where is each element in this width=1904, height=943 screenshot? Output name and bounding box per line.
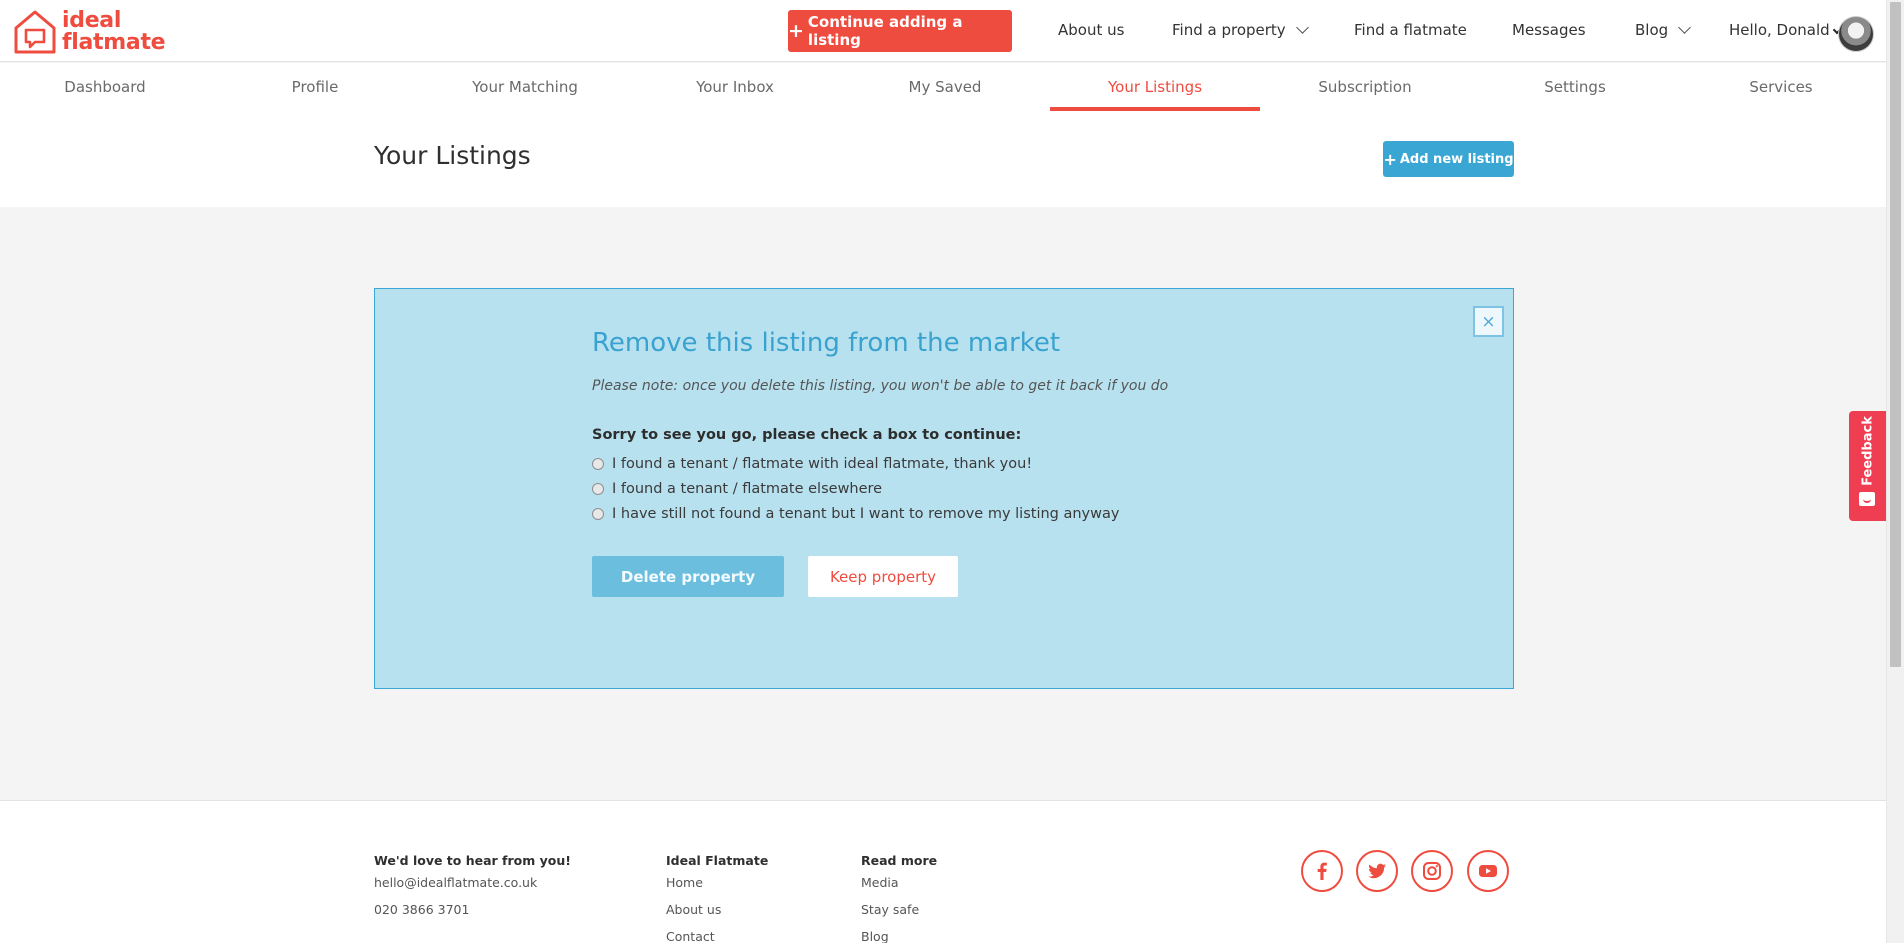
tab-services[interactable]: Services xyxy=(1676,63,1886,111)
tab-my-saved[interactable]: My Saved xyxy=(840,63,1050,111)
youtube-icon[interactable] xyxy=(1467,850,1509,892)
reason-radio[interactable] xyxy=(592,483,604,495)
footer-link-contact[interactable]: Contact xyxy=(666,929,715,943)
site-footer xyxy=(0,800,1886,943)
ideal-flatmate-logo[interactable]: ideal flatmate xyxy=(12,8,166,56)
page-header: Your Listings + Add new listing xyxy=(0,111,1886,207)
avatar[interactable] xyxy=(1838,16,1874,52)
plus-icon: + xyxy=(1383,149,1397,169)
scrollbar-thumb[interactable] xyxy=(1890,2,1901,667)
nav-find-property[interactable]: Find a property xyxy=(1172,21,1309,39)
nav-find-property-label: Find a property xyxy=(1172,21,1286,39)
account-tabs: Dashboard Profile Your Matching Your Inb… xyxy=(0,63,1886,111)
footer-link-media[interactable]: Media xyxy=(861,875,899,890)
continue-listing-label: Continue adding a listing xyxy=(807,13,963,49)
tab-your-inbox[interactable]: Your Inbox xyxy=(630,63,840,111)
reason-radio[interactable] xyxy=(592,508,604,520)
page-title: Your Listings xyxy=(374,141,531,170)
footer-ideal-flatmate-title: Ideal Flatmate xyxy=(666,853,769,868)
feedback-label: Feedback xyxy=(1860,416,1876,486)
footer-email-link[interactable]: hello@idealflatmate.co.uk xyxy=(374,875,537,890)
smile-chat-icon xyxy=(1859,492,1875,506)
continue-listing-button[interactable]: + Continue adding a listing xyxy=(788,10,1012,52)
reason-option-elsewhere[interactable]: I found a tenant / flatmate elsewhere xyxy=(592,481,882,497)
user-greeting: Hello, Donald xyxy=(1729,21,1830,39)
reason-radio[interactable] xyxy=(592,458,604,470)
reason-option-label: I found a tenant / flatmate elsewhere xyxy=(612,481,883,497)
reason-option-label: I have still not found a tenant but I wa… xyxy=(612,506,1120,522)
house-logo-icon xyxy=(14,10,56,54)
plus-icon: + xyxy=(788,19,804,42)
footer-link-home[interactable]: Home xyxy=(666,875,703,890)
remove-listing-title: Remove this listing from the market xyxy=(592,328,1061,358)
nav-about-us[interactable]: About us xyxy=(1058,21,1124,39)
add-new-listing-button[interactable]: + Add new listing xyxy=(1383,141,1514,177)
footer-read-more-title: Read more xyxy=(861,853,938,868)
chevron-down-icon xyxy=(1678,21,1692,34)
footer-link-blog[interactable]: Blog xyxy=(861,929,889,943)
tab-your-listings[interactable]: Your Listings xyxy=(1050,63,1260,111)
nav-find-flatmate[interactable]: Find a flatmate xyxy=(1354,21,1467,39)
delete-warning-note: Please note: once you delete this listin… xyxy=(592,378,1169,394)
footer-contact-title: We'd love to hear from you! xyxy=(374,853,571,868)
feedback-tab[interactable]: Feedback xyxy=(1849,411,1887,521)
logo-text: ideal flatmate xyxy=(62,8,166,55)
instagram-glyph xyxy=(1423,862,1441,880)
youtube-glyph xyxy=(1479,865,1497,877)
site-header: ideal flatmate + Continue adding a listi… xyxy=(0,0,1886,62)
tab-settings[interactable]: Settings xyxy=(1470,63,1680,111)
logo-line-1: ideal xyxy=(62,8,122,33)
footer-link-stay-safe[interactable]: Stay safe xyxy=(861,902,919,917)
reason-question: Sorry to see you go, please check a box … xyxy=(592,427,1022,443)
facebook-glyph xyxy=(1317,862,1327,880)
nav-blog[interactable]: Blog xyxy=(1635,21,1692,39)
facebook-icon[interactable] xyxy=(1301,850,1343,892)
footer-phone[interactable]: 020 3866 3701 xyxy=(374,902,469,917)
footer-link-about-us[interactable]: About us xyxy=(666,902,721,917)
reason-option-remove-anyway[interactable]: I have still not found a tenant but I wa… xyxy=(592,506,1119,522)
tab-your-matching[interactable]: Your Matching xyxy=(420,63,630,111)
reason-option-label: I found a tenant / flatmate with ideal f… xyxy=(612,456,1033,472)
logo-line-2: flatmate xyxy=(62,30,166,55)
twitter-icon[interactable] xyxy=(1356,850,1398,892)
user-menu[interactable]: Hello, Donald xyxy=(1729,21,1841,39)
keep-property-button[interactable]: Keep property xyxy=(808,556,958,597)
close-icon[interactable]: × xyxy=(1473,306,1504,337)
nav-blog-label: Blog xyxy=(1635,21,1669,39)
delete-property-button[interactable]: Delete property xyxy=(592,556,784,597)
add-new-listing-label: Add new listing xyxy=(1399,151,1514,167)
twitter-glyph xyxy=(1368,863,1386,879)
tab-profile[interactable]: Profile xyxy=(210,63,420,111)
chevron-down-icon xyxy=(1295,21,1309,34)
page-scrollbar[interactable] xyxy=(1886,0,1904,943)
nav-messages[interactable]: Messages xyxy=(1512,21,1586,39)
instagram-icon[interactable] xyxy=(1411,850,1453,892)
reason-option-ideal-flatmate[interactable]: I found a tenant / flatmate with ideal f… xyxy=(592,456,1032,472)
tab-dashboard[interactable]: Dashboard xyxy=(0,63,210,111)
tab-subscription[interactable]: Subscription xyxy=(1260,63,1470,111)
